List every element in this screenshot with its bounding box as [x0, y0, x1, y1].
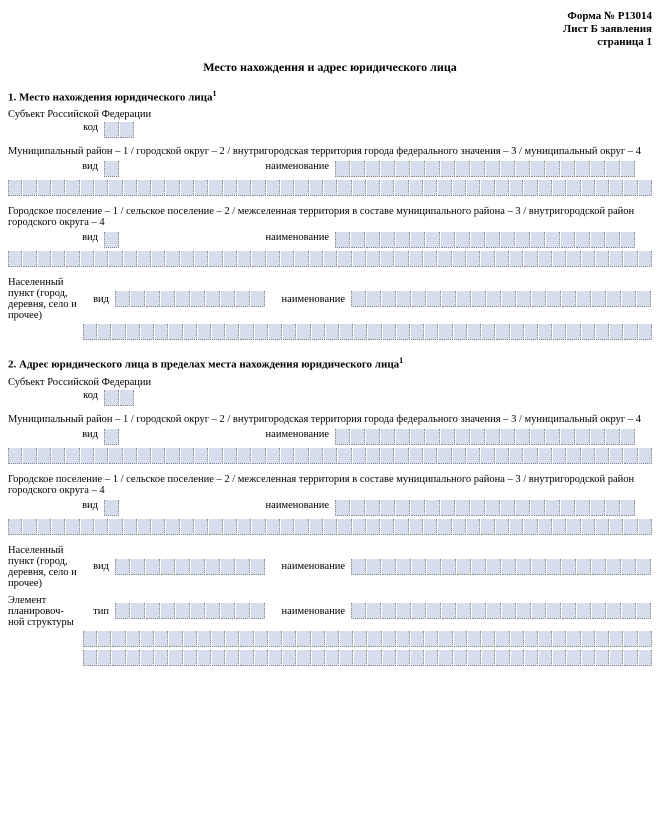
section1-heading: 1. Место нахождения юридического лица1 [8, 89, 652, 104]
vid-label3: вид [84, 294, 115, 305]
settlement-naim-row2[interactable] [83, 324, 652, 340]
vid-label2: вид [8, 232, 104, 243]
plan-element-label: Элемент планировоч-ной структуры [8, 595, 84, 628]
vid-label-s2: вид [8, 429, 104, 440]
naim-cells-s2b-row2[interactable] [8, 519, 652, 535]
settlement-naim-cells[interactable] [351, 291, 651, 307]
section2-municipal-line: Муниципальный район – 1 / городской окру… [8, 414, 652, 425]
naim-cells-s2b[interactable] [335, 500, 635, 516]
naim-label-s2b: наименование [119, 500, 335, 511]
naim-cells-s2-row2[interactable] [8, 448, 652, 464]
settlement-label: Населенный пункт (город, деревня, село и… [8, 277, 84, 321]
code-cells[interactable] [104, 122, 134, 138]
naim-cells-s2[interactable] [335, 429, 635, 445]
section2-heading-sup: 1 [399, 356, 403, 365]
naim-label-s2: наименование [119, 429, 335, 440]
section1-municipal-line: Муниципальный район – 1 / городской окру… [8, 146, 652, 157]
vid-label-s2c: вид [84, 561, 115, 572]
naim-cells2-row2[interactable] [8, 251, 652, 267]
vid-cell-s2b[interactable] [104, 500, 119, 516]
naim-label2: наименование [119, 232, 335, 243]
section2-heading: 2. Адрес юридического лица в пределах ме… [8, 356, 652, 371]
naim-cells2[interactable] [335, 232, 635, 248]
form-number: Форма № Р13014 [8, 10, 652, 23]
section2-subject: Субъект Российской Федерации [8, 377, 652, 388]
form-header: Форма № Р13014 Лист Б заявления страница… [8, 10, 652, 50]
naim-label: наименование [119, 161, 335, 172]
vid-cell[interactable] [104, 161, 119, 177]
section1-subject: Субъект Российской Федерации [8, 109, 652, 120]
doc-title: Место нахождения и адрес юридического ли… [8, 60, 652, 75]
vid-label: вид [8, 161, 104, 172]
section1-heading-text: 1. Место нахождения юридического лица [8, 91, 212, 103]
code-label2: код [8, 390, 104, 401]
section2-urban-line: Городское поселение – 1 / сельское посел… [8, 474, 652, 496]
settlement-naim-cells-s2[interactable] [351, 559, 651, 575]
form-sheet: Лист Б заявления [8, 23, 652, 36]
settlement-vid-cells-s2[interactable] [115, 559, 265, 575]
plan-naim-row2[interactable] [83, 631, 652, 647]
section2-heading-text: 2. Адрес юридического лица в пределах ме… [8, 359, 399, 371]
code-label: код [8, 122, 104, 133]
vid-label-s2b: вид [8, 500, 104, 511]
form-page: страница 1 [8, 36, 652, 49]
settlement-label-s2: Населенный пункт (город, деревня, село и… [8, 545, 84, 589]
section1-urban-line: Городское поселение – 1 / сельское посел… [8, 206, 652, 228]
settlement-vid-cells[interactable] [115, 291, 265, 307]
vid-cell2[interactable] [104, 232, 119, 248]
naim-label3: наименование [265, 294, 351, 305]
vid-cell-s2[interactable] [104, 429, 119, 445]
naim-cells-row2[interactable] [8, 180, 652, 196]
code-cells2[interactable] [104, 390, 134, 406]
plan-type-cells[interactable] [115, 603, 265, 619]
type-label: тип [84, 606, 115, 617]
naim-cells[interactable] [335, 161, 635, 177]
plan-naim-cells[interactable] [351, 603, 651, 619]
naim-label-s2c: наименование [265, 561, 351, 572]
naim-label-plan: наименование [265, 606, 351, 617]
section1-heading-sup: 1 [212, 89, 216, 98]
plan-naim-row3[interactable] [83, 650, 652, 666]
